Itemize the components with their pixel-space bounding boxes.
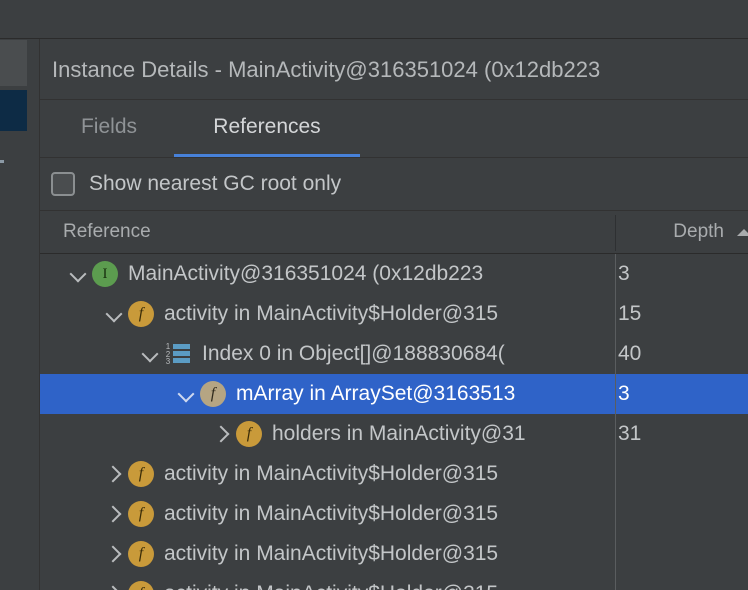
instance-details-panel: Instance Details - MainActivity@31635102… [40, 39, 748, 590]
field-icon: f [236, 421, 262, 447]
instance-icon: I [92, 261, 118, 287]
field-icon: f [128, 541, 154, 567]
tab-strip: Fields References [40, 101, 748, 158]
tree-row-label: activity in MainActivity$Holder@315 [164, 462, 499, 485]
column-header-depth[interactable]: Depth [616, 211, 724, 253]
tree-row[interactable]: f activity in MainActivity$Holder@315 [40, 574, 748, 590]
tab-references[interactable]: References [174, 101, 360, 157]
tab-references-label: References [213, 115, 321, 138]
sort-ascending-icon [737, 229, 748, 236]
tree-row[interactable]: I MainActivity@316351024 (0x12db223 3 [40, 254, 748, 294]
rail-item-1[interactable] [0, 40, 27, 86]
tree-row[interactable]: f activity in MainActivity$Holder@315 [40, 454, 748, 494]
tree-row-depth: 3 [618, 382, 630, 405]
tree-row[interactable]: 1 2 3 Index 0 in Object[]@188830684( 40 [40, 334, 748, 374]
rail-selection-indicator [0, 160, 4, 163]
tab-fields[interactable]: Fields [68, 101, 150, 157]
chevron-down-icon[interactable] [102, 294, 128, 334]
tree-row-label: activity in MainActivity$Holder@315 [164, 542, 499, 565]
show-nearest-gc-root-row[interactable]: Show nearest GC root only [40, 158, 748, 211]
column-header-reference[interactable]: Reference [63, 211, 151, 253]
chevron-right-icon[interactable] [210, 414, 236, 454]
toolbar-strip [0, 0, 748, 39]
tree-row-label: activity in MainActivity$Holder@315 [164, 302, 499, 325]
table-header: Reference Depth [40, 211, 748, 254]
tree-row[interactable]: f activity in MainActivity$Holder@315 [40, 534, 748, 574]
chevron-down-icon[interactable] [138, 334, 164, 374]
field-icon: f [128, 501, 154, 527]
tree-row-label: holders in MainActivity@31 [272, 422, 526, 445]
tree-row-depth: 15 [618, 302, 642, 325]
field-icon: f [128, 461, 154, 487]
tree-row-depth: 31 [618, 422, 642, 445]
tree-row-label: Index 0 in Object[]@188830684( [202, 342, 505, 365]
field-icon: f [128, 581, 154, 590]
tree-row-label: activity in MainActivity$Holder@315 [164, 582, 498, 590]
tree-row-label: MainActivity@316351024 (0x12db223 [128, 262, 484, 285]
left-rail [0, 39, 40, 590]
panel-title: Instance Details - MainActivity@31635102… [40, 39, 748, 100]
chevron-right-icon[interactable] [102, 454, 128, 494]
chevron-right-icon[interactable] [102, 494, 128, 534]
show-nearest-gc-root-label: Show nearest GC root only [89, 172, 342, 195]
chevron-right-icon[interactable] [102, 574, 128, 590]
tree-row-depth: 3 [618, 262, 630, 285]
instance-details-window: Instance Details - MainActivity@31635102… [0, 0, 748, 590]
chevron-right-icon[interactable] [102, 534, 128, 574]
field-icon: f [128, 301, 154, 327]
field-icon: f [200, 381, 226, 407]
chevron-down-icon[interactable] [174, 374, 200, 414]
rail-item-2-selected[interactable] [0, 90, 27, 163]
tree-row[interactable]: f activity in MainActivity$Holder@315 [40, 494, 748, 534]
tree-row[interactable]: f holders in MainActivity@31 31 [40, 414, 748, 454]
tree-row-label: mArray in ArraySet@3163513 [236, 382, 516, 405]
array-icon: 123 [164, 341, 192, 367]
tab-references-underline [174, 154, 360, 157]
chevron-down-icon[interactable] [66, 254, 92, 294]
tab-fields-label: Fields [80, 115, 138, 138]
tree-row[interactable]: f mArray in ArraySet@3163513 3 [40, 374, 748, 414]
show-nearest-gc-root-checkbox[interactable] [51, 172, 75, 196]
tree-row-depth: 40 [618, 342, 642, 365]
reference-tree[interactable]: I MainActivity@316351024 (0x12db223 3 f acti… [40, 254, 748, 590]
tree-row[interactable]: f activity in MainActivity$Holder@315 15 [40, 294, 748, 334]
tree-row-label: activity in MainActivity$Holder@315 [164, 502, 499, 525]
